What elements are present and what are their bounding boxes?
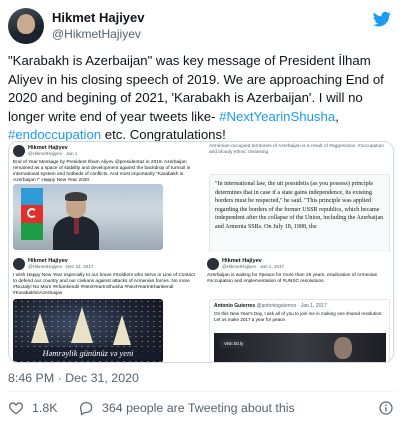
divider xyxy=(8,391,394,392)
president-photo xyxy=(13,184,163,250)
avatar xyxy=(13,258,25,270)
embedded-meta: @HikmetHajiyev · Jan 1 xyxy=(28,151,78,156)
talking-count: 364 people are Tweeting about this xyxy=(102,401,295,415)
azerbaijan-flag-icon xyxy=(21,188,43,240)
media-image-3[interactable]: Hikmet Hajiyev @HikmetHajiyev · Dec 31, … xyxy=(9,255,200,362)
media-image-1[interactable]: Hikmet Hajiyev @HikmetHajiyev · Jan 1 En… xyxy=(9,142,200,252)
embedded-meta: @HikmetHajiyev · Dec 31, 2017 xyxy=(28,264,94,269)
video-thumbnail: Visit bit.ly xyxy=(214,333,386,362)
tweet-text-part2: etc. Congratulations! xyxy=(101,127,226,142)
media-grid[interactable]: Hikmet Hajiyev @HikmetHajiyev · Jan 1 En… xyxy=(8,141,394,363)
like-button[interactable]: 1.8K xyxy=(8,400,58,416)
quoted-author: Antonio Guterres @antonioguterres · Jan … xyxy=(214,303,327,309)
tweet-stats: 1.8K 364 people are Tweeting about this xyxy=(8,400,394,418)
reply-bubble-icon xyxy=(80,402,93,416)
avatar xyxy=(13,145,25,157)
media-image-2[interactable]: Armenian-occupied territories of Azerbai… xyxy=(203,142,393,252)
quoted-tweet: Antonio Guterres @antonioguterres · Jan … xyxy=(209,299,390,362)
tweet-timestamp[interactable]: 8:46 PM · Dec 31, 2020 xyxy=(8,371,139,385)
person-figure xyxy=(53,192,99,250)
info-icon[interactable] xyxy=(378,400,394,416)
tweet-header: Hikmet Hajiyev @HikmetHajiyev xyxy=(8,8,394,46)
quoted-body: On this New Year's Day, I ask all of you… xyxy=(214,311,383,322)
hashtag-link[interactable]: #NextYearinShusha xyxy=(219,109,335,124)
twitter-bird-icon[interactable] xyxy=(372,10,392,28)
quote-excerpt: "In international law, the uti possideti… xyxy=(209,174,390,252)
embedded-tweet-body: End of Year Message by President Ilham A… xyxy=(13,160,191,183)
embedded-tweet-header: Hikmet Hajiyev @HikmetHajiyev · Jan 1 xyxy=(13,145,193,159)
separator: , xyxy=(335,108,339,124)
author-handle[interactable]: @HikmetHajiyev xyxy=(52,27,141,41)
embedded-tweet-body: I wish Happy New Year especially to our … xyxy=(13,273,195,296)
visit-link: Visit bit.ly xyxy=(220,339,248,348)
heart-icon xyxy=(9,402,23,415)
hashtag-link[interactable]: #endoccupation xyxy=(8,127,101,142)
author-name[interactable]: Hikmet Hajiyev xyxy=(52,10,145,25)
avatar[interactable] xyxy=(8,8,44,44)
media-image-4[interactable]: Hikmet Hajiyev @HikmetHajiyev · Jan 1, 2… xyxy=(203,255,393,362)
image-caption-banner: Həmrəylik gününüz və yeni xyxy=(15,347,161,360)
conversation-link[interactable]: 364 people are Tweeting about this xyxy=(78,400,295,416)
embedded-tweet-header: Hikmet Hajiyev @HikmetHajiyev · Jan 1, 2… xyxy=(207,258,387,272)
embedded-meta: @HikmetHajiyev · Jan 1, 2017 xyxy=(222,264,285,269)
embedded-tweet-body: Armenian-occupied territories of Azerbai… xyxy=(209,144,384,155)
embedded-tweet-header: Hikmet Hajiyev @HikmetHajiyev · Dec 31, … xyxy=(13,258,193,272)
embedded-tweet-body: Azerbaijan is waiting for #peace for mor… xyxy=(207,273,378,284)
new-year-photo: Həmrəylik gününüz və yeni xyxy=(13,299,163,362)
avatar xyxy=(207,258,219,270)
like-count: 1.8K xyxy=(32,401,58,415)
tweet-text: "Karabakh is Azerbaijan" was key message… xyxy=(8,52,396,145)
